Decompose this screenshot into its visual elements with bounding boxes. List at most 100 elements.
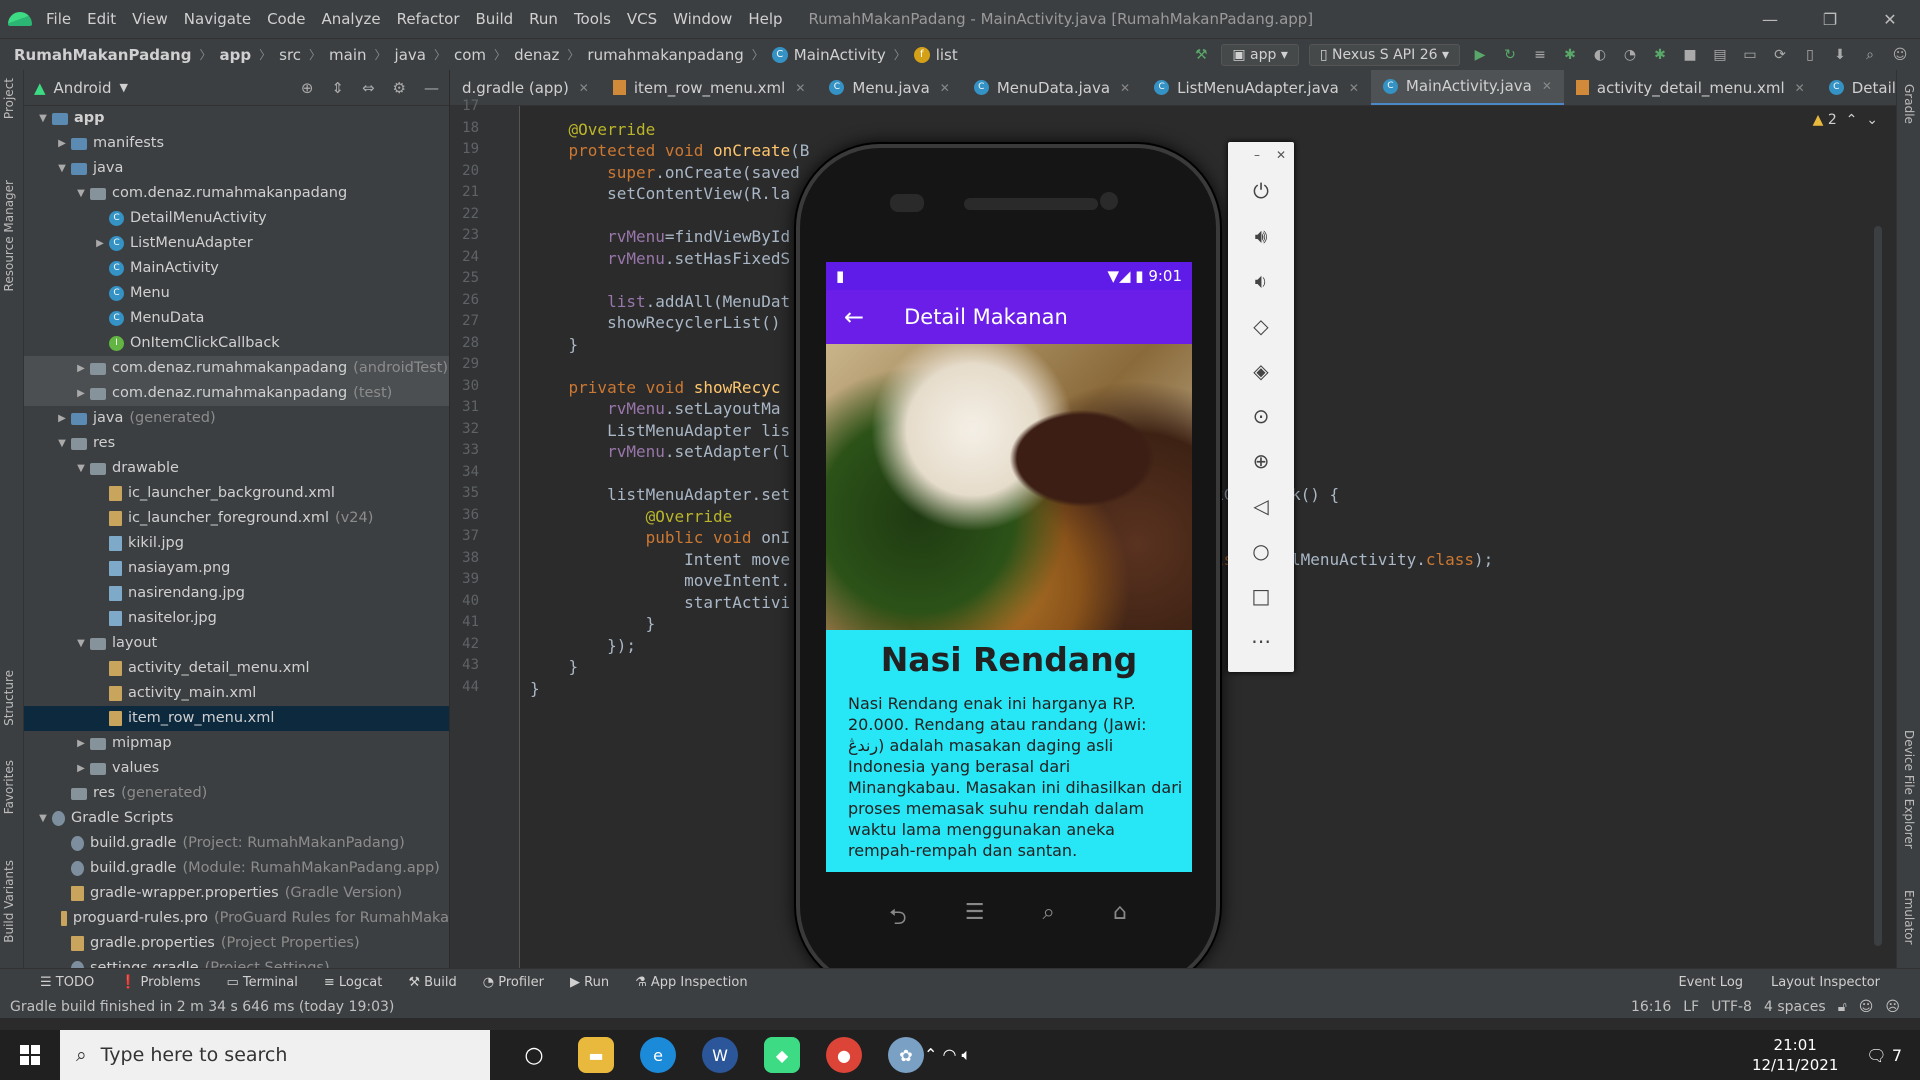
tab-listmenuadapter-java[interactable]: C ListMenuAdapter.java ✕ <box>1142 70 1371 105</box>
tool-window-todo[interactable]: ☰ TODO <box>40 975 94 990</box>
chevron-right-icon[interactable]: ▶ <box>72 731 90 756</box>
device-manager-icon[interactable]: ▯ <box>1800 46 1820 64</box>
status-message[interactable]: Gradle build finished in 2 m 34 s 646 ms… <box>10 999 394 1015</box>
smiley-icon[interactable]: ☺ <box>1859 999 1874 1015</box>
chevron-right-icon[interactable]: ▶ <box>53 131 71 156</box>
tree-item[interactable]: ▶ com.denaz.rumahmakanpadang (test) <box>24 381 449 406</box>
tree-item[interactable]: ic_launcher_foreground.xml (v24) <box>24 506 449 531</box>
tree-item[interactable]: ▶ C ListMenuAdapter <box>24 231 449 256</box>
device-select[interactable]: ▯ Nexus S API 26 ▾ <box>1308 43 1460 66</box>
overview-icon[interactable]: □ <box>1228 573 1294 618</box>
tree-item[interactable]: I OnItemClickCallback <box>24 331 449 356</box>
minimize-icon[interactable]: — <box>1740 10 1800 29</box>
word-app-icon[interactable]: W <box>702 1037 738 1073</box>
breadcrumb-item[interactable]: MainActivity <box>794 46 886 64</box>
tree-item[interactable]: ▼ app <box>24 106 449 131</box>
breadcrumb-item[interactable]: com <box>454 46 486 64</box>
avd-manager-icon[interactable]: ▭ <box>1740 46 1760 64</box>
close-tab-icon[interactable]: ✕ <box>1120 81 1130 95</box>
emulator-minimize-icon[interactable]: – <box>1254 148 1260 162</box>
tree-item[interactable]: item_row_menu.xml <box>24 706 449 731</box>
code-line[interactable]: rvMenu=findViewById <box>530 227 790 246</box>
chrome-icon[interactable]: ● <box>826 1037 862 1073</box>
start-button[interactable] <box>0 1030 60 1080</box>
code-line[interactable]: super.onCreate(saved <box>530 163 800 182</box>
frown-icon[interactable]: ☹ <box>1885 999 1900 1015</box>
volume-down-icon[interactable]: 🔉︎ <box>1228 258 1294 303</box>
close-tab-icon[interactable]: ✕ <box>579 81 589 95</box>
attach-debugger-icon[interactable]: ✱ <box>1650 46 1670 64</box>
tab-menu-java[interactable]: C Menu.java ✕ <box>817 70 961 105</box>
system-tray-icons[interactable]: ⌃ ◠ 🔈︎ <box>924 1045 971 1065</box>
tree-item[interactable]: nasiayam.png <box>24 556 449 581</box>
tree-item[interactable]: ▶ mipmap <box>24 731 449 756</box>
taskbar-search[interactable]: ⌕ Type here to search <box>60 1030 490 1080</box>
chevron-down-icon[interactable]: ▼ <box>34 106 52 131</box>
tool-tab-project[interactable]: Project <box>2 78 16 119</box>
chevron-down-icon[interactable]: ▼ <box>72 631 90 656</box>
hammer-icon[interactable]: ⚒ <box>1191 46 1211 64</box>
code-line[interactable]: } <box>530 657 579 676</box>
profile-icon[interactable]: ◔ <box>1620 46 1640 64</box>
locate-icon[interactable]: ⊕ <box>301 79 314 97</box>
code-line[interactable]: rvMenu.setLayoutMa <box>530 399 780 418</box>
tree-item[interactable]: kikil.jpg <box>24 531 449 556</box>
breadcrumb-item[interactable]: denaz <box>514 46 559 64</box>
menu-edit[interactable]: Edit <box>87 10 116 28</box>
code-line[interactable]: } <box>530 679 540 698</box>
emulator-close-icon[interactable]: ✕ <box>1276 148 1286 162</box>
code-line[interactable]: rvMenu.setAdapter(l <box>530 442 790 461</box>
back-key-icon[interactable]: ⮌ <box>889 900 907 938</box>
menu-window[interactable]: Window <box>673 10 732 28</box>
code-line[interactable]: startActivi <box>530 593 790 612</box>
tab-menudata-java[interactable]: C MenuData.java ✕ <box>962 70 1142 105</box>
chevron-down-icon[interactable]: ▼ <box>53 156 71 181</box>
code-line[interactable]: @Override <box>530 507 733 526</box>
code-line[interactable]: protected void onCreate(B <box>530 141 810 160</box>
inspection-widget[interactable]: ▲ 2 ⌃ ⌄ <box>1813 112 1878 128</box>
tree-item[interactable]: ▶ values <box>24 756 449 781</box>
tree-item[interactable]: C MainActivity <box>24 256 449 281</box>
close-tab-icon[interactable]: ✕ <box>940 81 950 95</box>
tree-item[interactable]: ▼ layout <box>24 631 449 656</box>
code-line[interactable]: setContentView(R.la <box>530 184 790 203</box>
code-line[interactable]: private void showRecyc <box>530 378 781 397</box>
breadcrumb-item[interactable]: java <box>395 46 426 64</box>
run-config-select[interactable]: ▣ app ▾ <box>1221 43 1299 66</box>
rotate-left-icon[interactable]: ◇ <box>1228 303 1294 348</box>
menu-file[interactable]: File <box>46 10 71 28</box>
debug-icon[interactable]: ✱ <box>1560 46 1580 64</box>
tool-window-app-inspection[interactable]: ⚗ App Inspection <box>635 975 747 990</box>
tab-mainactivity-java[interactable]: C MainActivity.java ✕ <box>1370 70 1564 105</box>
code-line[interactable]: }); <box>530 636 636 655</box>
tree-item[interactable]: nasitelor.jpg <box>24 606 449 631</box>
chevron-right-icon[interactable]: ▶ <box>72 356 90 381</box>
tree-item[interactable]: ▼ com.denaz.rumahmakanpadang <box>24 181 449 206</box>
account-icon[interactable]: ☺ <box>1890 46 1910 64</box>
chevron-right-icon[interactable]: ▶ <box>72 381 90 406</box>
caret-position[interactable]: 16:16 <box>1631 999 1671 1015</box>
chevron-down-icon[interactable]: ▼ <box>34 806 52 831</box>
breadcrumb-item[interactable]: main <box>329 46 366 64</box>
chevron-right-icon[interactable]: ▶ <box>91 231 109 256</box>
sync-icon[interactable]: ⟳ <box>1770 46 1790 64</box>
chevron-right-icon[interactable]: ▶ <box>53 406 71 431</box>
breadcrumb-item[interactable]: src <box>279 46 301 64</box>
tree-item[interactable]: gradle-wrapper.properties (Gradle Version… <box>24 881 449 906</box>
tree-item[interactable]: ▼ Gradle Scripts <box>24 806 449 831</box>
code-line[interactable]: } <box>530 335 579 354</box>
tool-window-problems[interactable]: ❗ Problems <box>120 975 200 990</box>
tree-item[interactable]: C Menu <box>24 281 449 306</box>
expand-all-icon[interactable]: ⇕ <box>331 79 344 97</box>
tool-window-profiler[interactable]: ◔ Profiler <box>483 975 544 990</box>
code-line[interactable]: rvMenu.setHasFixedS <box>530 249 790 268</box>
menu-vcs[interactable]: VCS <box>627 10 657 28</box>
screenshot-icon[interactable]: ⊙ <box>1228 393 1294 438</box>
android-studio-icon[interactable]: ◆ <box>764 1037 800 1073</box>
rotate-right-icon[interactable]: ◈ <box>1228 348 1294 393</box>
tree-item[interactable]: proguard-rules.pro (ProGuard Rules for Ru… <box>24 906 449 931</box>
more-icon[interactable]: ⋯ <box>1228 618 1294 663</box>
tree-item[interactable]: C MenuData <box>24 306 449 331</box>
stop-icon[interactable]: ■ <box>1680 46 1700 64</box>
tool-tab-emulator[interactable]: Emulator <box>1902 890 1916 945</box>
